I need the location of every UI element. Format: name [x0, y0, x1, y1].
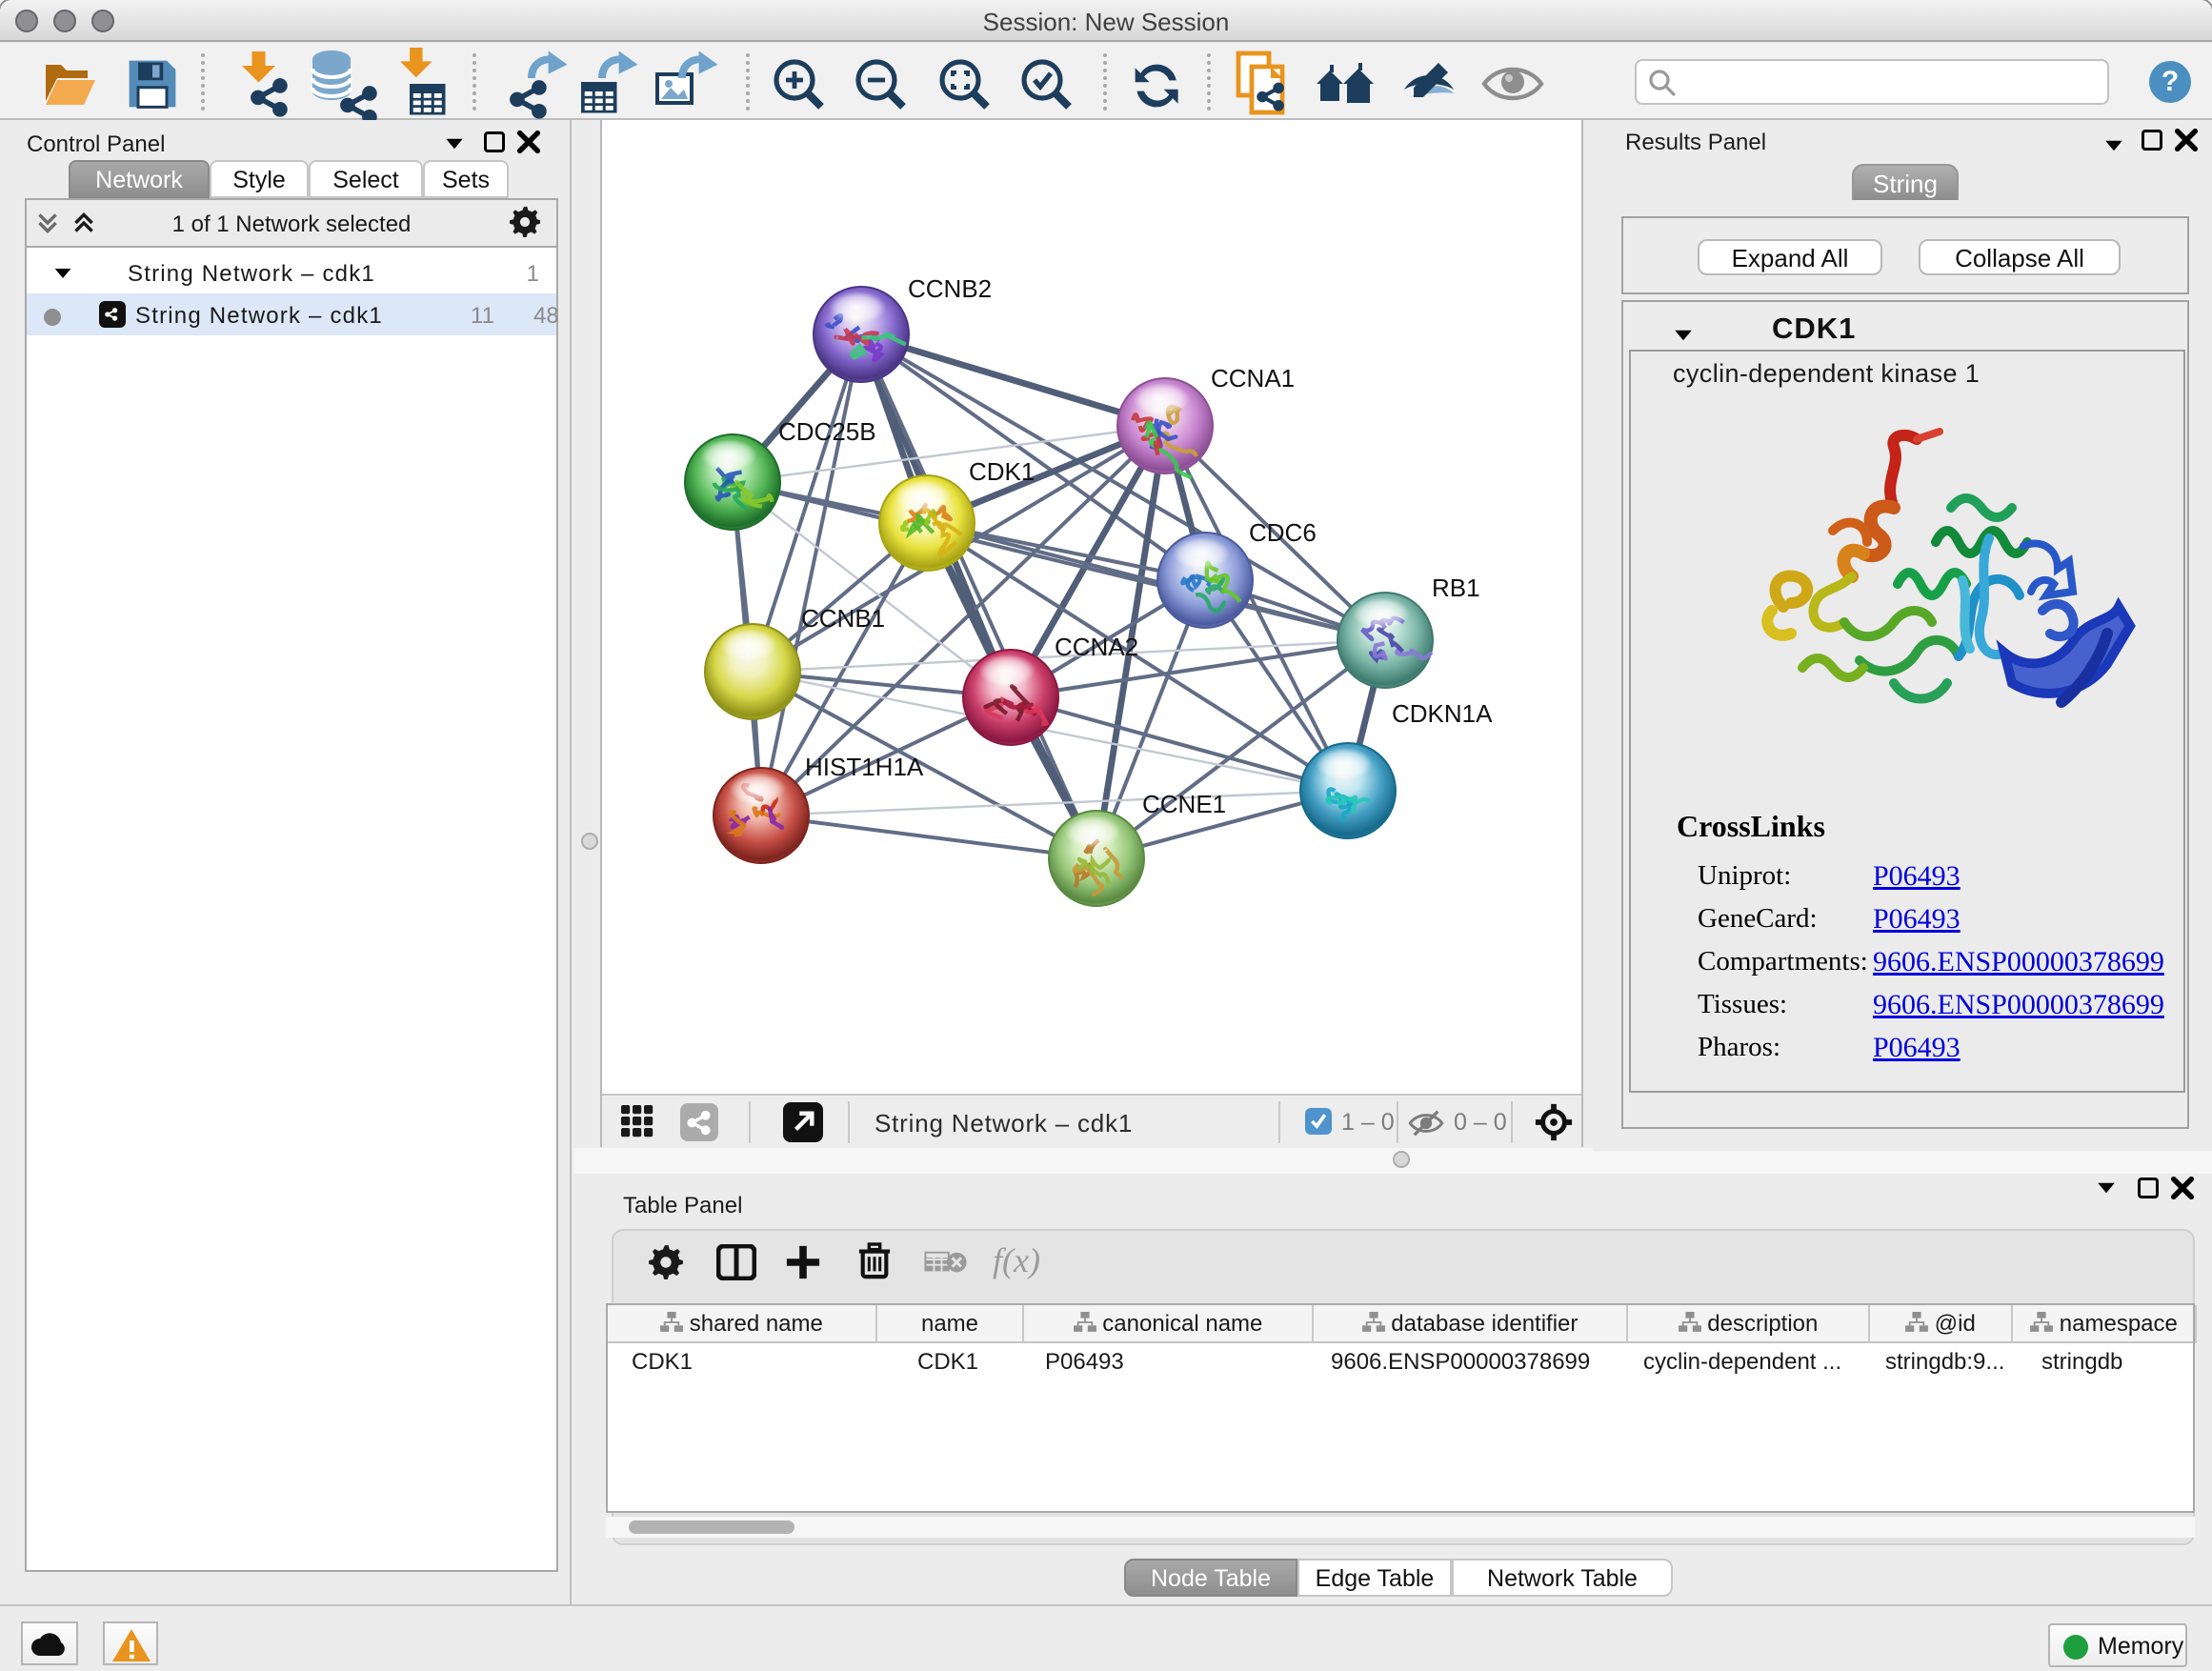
svg-text:CCNA1: CCNA1 — [1211, 364, 1295, 393]
svg-text:CDK1: CDK1 — [969, 457, 1035, 486]
svg-text:CDC25B: CDC25B — [778, 417, 876, 446]
svg-text:RB1: RB1 — [1432, 574, 1480, 602]
svg-text:CCNA2: CCNA2 — [1055, 633, 1138, 661]
svg-text:CCNE1: CCNE1 — [1142, 790, 1226, 818]
svg-text:CCNB2: CCNB2 — [908, 274, 992, 303]
svg-text:CDKN1A: CDKN1A — [1392, 699, 1493, 728]
svg-text:CDC6: CDC6 — [1249, 518, 1317, 547]
svg-text:CCNB1: CCNB1 — [801, 604, 885, 633]
svg-text:HIST1H1A: HIST1H1A — [805, 753, 924, 781]
